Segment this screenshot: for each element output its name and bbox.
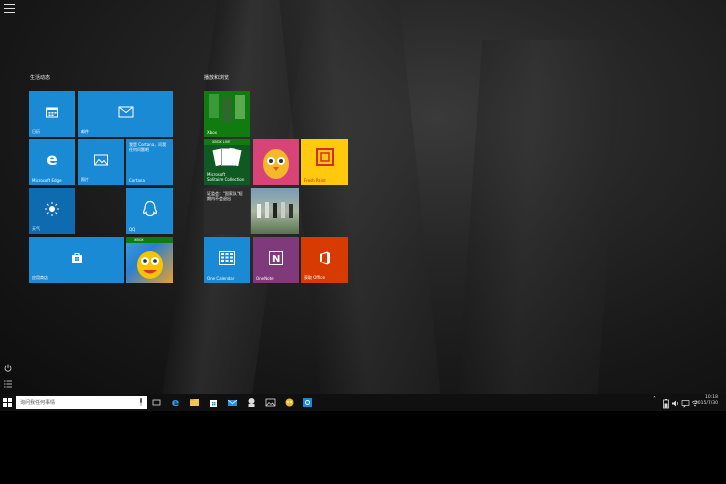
tile-edge[interactable]: e Microsoft Edge — [29, 139, 75, 185]
photos-taskbar-icon[interactable] — [264, 396, 277, 409]
tile-news[interactable]: 证监会："国家队"短 期内不会退出 — [204, 188, 299, 234]
tile-weather[interactable]: 天气 — [29, 188, 75, 234]
solitaire-label-line2: Solitaire Collection — [207, 177, 245, 182]
task-view-icon[interactable] — [150, 396, 163, 409]
group-title-play: 播放和浏览 — [204, 75, 230, 81]
tile-onecalendar[interactable]: One Calendar — [204, 237, 250, 283]
desktop-background: 生活动态 播放和浏览 日历 邮件 e Microsoft Edge 照片 我是 … — [0, 0, 726, 394]
game-character-icon — [137, 251, 163, 279]
tile-label: One Calendar — [207, 276, 235, 281]
store-taskbar-icon[interactable] — [207, 396, 220, 409]
tile-label: QQ — [129, 227, 136, 232]
tile-label: OneNote — [256, 276, 274, 281]
menu-icon[interactable] — [4, 4, 15, 13]
avatar-figure-2 — [222, 97, 232, 123]
tile-store[interactable]: 应用商店 — [29, 237, 124, 283]
search-input[interactable]: 询问我任何事情 — [16, 396, 147, 409]
avatar-figure-1 — [209, 94, 219, 118]
card-3 — [226, 147, 242, 167]
tile-office[interactable]: 获取 Office — [301, 237, 348, 283]
microphone-icon[interactable] — [139, 398, 143, 406]
settings-taskbar-icon[interactable] — [301, 396, 314, 409]
search-placeholder: 询问我任何事情 — [20, 400, 56, 406]
group-title-life: 生活动态 — [30, 75, 51, 81]
tile-photos[interactable]: 照片 — [78, 139, 124, 185]
volume-icon[interactable] — [671, 397, 680, 410]
cortana-prompt-line2: 任何问题吧 — [129, 147, 149, 152]
tile-label: Xbox — [207, 130, 217, 135]
xbox-avatar-taskbar-icon[interactable] — [245, 396, 258, 409]
tray-chevron-icon[interactable]: ˄ — [653, 396, 656, 409]
avatar-figure-3 — [235, 95, 245, 119]
mail-taskbar-icon[interactable] — [226, 396, 239, 409]
photos-icon — [94, 154, 108, 166]
tile-xbox[interactable]: Xbox — [204, 91, 250, 137]
tile-cortana[interactable]: 我是 Cortana，问我 任何问题吧 Cortana — [126, 139, 173, 185]
tile-label: 天气 — [32, 226, 40, 231]
freshpaint-frame-icon — [315, 148, 334, 167]
xbox-badge-label: XBOX — [134, 238, 144, 242]
tile-solitaire[interactable]: XBOX LIVE Microsoft Solitaire Collection — [204, 139, 250, 185]
tile-label: 邮件 — [81, 129, 89, 134]
clock-date: 2015/7/30 — [694, 401, 718, 406]
tile-label: Microsoft Edge — [32, 178, 62, 183]
tile-qq[interactable]: QQ — [126, 188, 173, 234]
taskbar: 询问我任何事情 e ˄ 10:18 2015/7/30 — [0, 394, 726, 411]
chick-character-icon — [263, 149, 289, 179]
game-taskbar-icon[interactable] — [283, 396, 296, 409]
tile-mail[interactable]: 邮件 — [78, 91, 173, 137]
tile-label: 照片 — [81, 177, 89, 182]
tile-label: 应用商店 — [32, 275, 48, 280]
battery-icon[interactable] — [662, 397, 670, 410]
mail-icon — [118, 106, 133, 118]
edge-icon: e — [46, 149, 58, 170]
power-icon[interactable] — [4, 364, 12, 372]
qq-penguin-icon — [142, 200, 157, 216]
all-apps-icon[interactable] — [4, 380, 12, 388]
tile-xbox-game[interactable]: XBOX — [126, 237, 173, 283]
tile-freshpaint[interactable]: Fresh Paint — [301, 139, 348, 185]
edge-taskbar-icon[interactable]: e — [169, 396, 182, 409]
calendar-icon — [46, 107, 58, 118]
onenote-icon: N — [269, 250, 283, 265]
store-bag-icon — [71, 252, 82, 263]
xbox-live-label: XBOX LIVE — [212, 140, 231, 144]
news-photo — [251, 188, 299, 234]
onecalendar-icon — [219, 250, 235, 265]
tile-label: Cortana — [129, 178, 145, 183]
office-icon — [319, 251, 330, 265]
tile-calendar[interactable]: 日历 — [29, 91, 75, 137]
tile-label: Fresh Paint — [304, 178, 326, 183]
file-explorer-icon[interactable] — [188, 396, 201, 409]
tile-label: 获取 Office — [304, 275, 325, 280]
tile-game-chick[interactable] — [253, 139, 299, 185]
windows-start-icon[interactable] — [3, 398, 12, 407]
news-headline-line2: 期内不会退出 — [207, 196, 231, 201]
svg-text:N: N — [272, 254, 280, 265]
tile-onenote[interactable]: N OneNote — [253, 237, 299, 283]
sun-icon — [45, 201, 59, 216]
clock[interactable]: 10:18 2015/7/30 — [695, 395, 718, 407]
notification-icon[interactable] — [681, 397, 690, 410]
tile-label: 日历 — [32, 129, 40, 134]
